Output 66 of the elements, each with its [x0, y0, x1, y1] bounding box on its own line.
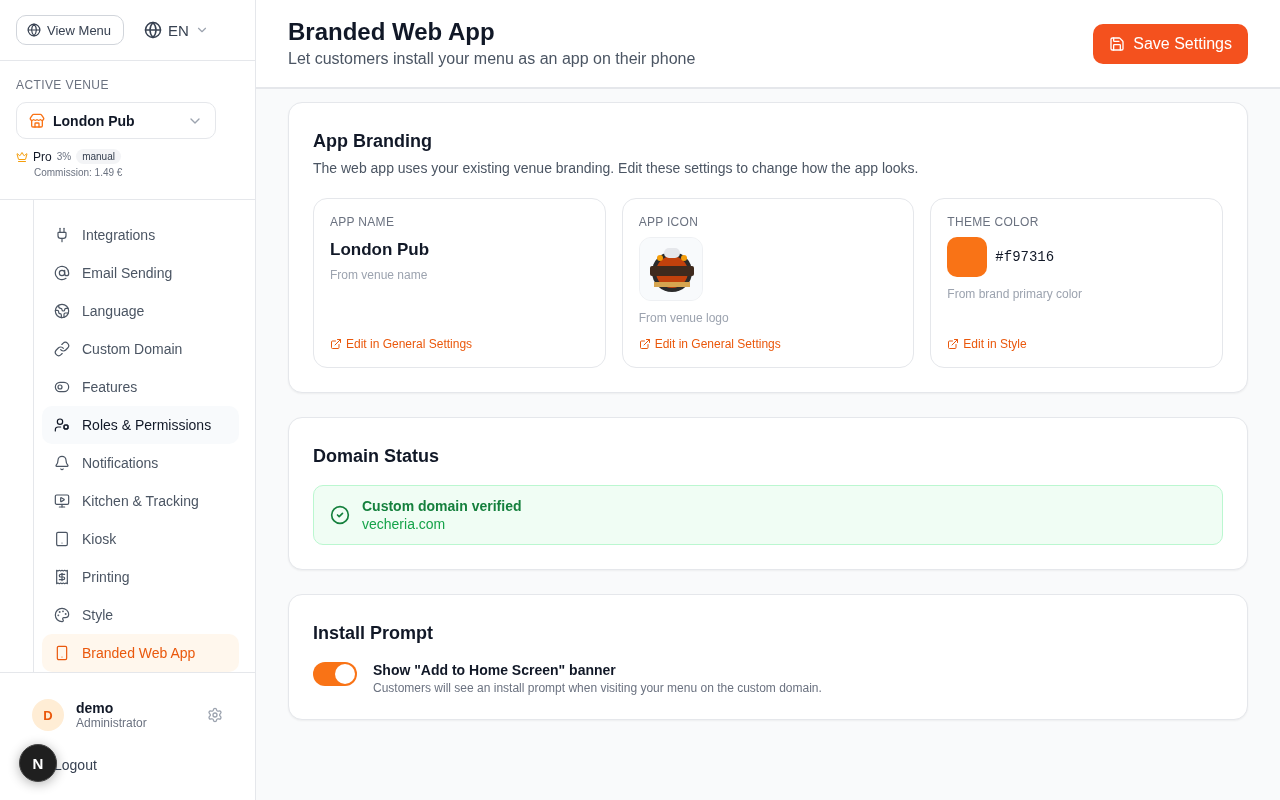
- nav-icon: [54, 531, 70, 547]
- status-title: Custom domain verified: [362, 498, 522, 514]
- edit-link[interactable]: Edit in General Settings: [638, 337, 898, 351]
- sidebar-item[interactable]: Kitchen & Tracking: [42, 482, 239, 520]
- save-icon: [1109, 36, 1126, 52]
- external-link-icon: [947, 338, 960, 350]
- tile-label: APP NAME: [330, 215, 396, 229]
- globe-icon: [27, 23, 41, 37]
- tile-hint: From brand primary color: [947, 287, 1084, 301]
- check-icon: [330, 505, 350, 525]
- page-title: Branded Web App: [288, 18, 496, 46]
- banner-toggle[interactable]: [313, 662, 357, 686]
- user-role: Administrator: [76, 716, 148, 730]
- edit-link[interactable]: Edit in Style: [947, 337, 1206, 351]
- sidebar-item[interactable]: Roles & Permissions: [42, 406, 239, 444]
- sidebar-item[interactable]: Style: [42, 596, 239, 634]
- plan-name: Pro: [33, 149, 52, 164]
- card-title: App Branding: [313, 131, 433, 152]
- edit-link[interactable]: Edit in General Settings: [330, 337, 589, 351]
- nav-icon: [54, 417, 70, 433]
- plan-badge: manual: [76, 149, 121, 164]
- external-link-icon: [638, 338, 651, 350]
- nav-icon: [54, 379, 70, 395]
- nav-icon: [54, 303, 70, 319]
- card-title: Install Prompt: [313, 623, 434, 644]
- sidebar-item[interactable]: Notifications: [42, 444, 239, 482]
- user-avatar: D: [32, 699, 64, 731]
- card-title: Domain Status: [313, 446, 441, 467]
- nav-icon: [54, 645, 70, 661]
- sidebar-item[interactable]: Kiosk: [42, 520, 239, 558]
- user-name: demo: [76, 700, 115, 716]
- sidebar-item[interactable]: Email Sending: [42, 254, 239, 292]
- tile-hint: From venue logo: [638, 311, 730, 325]
- section-label: ACTIVE VENUE: [16, 78, 110, 92]
- sidebar-item[interactable]: Custom Domain: [42, 330, 239, 368]
- app-name: London Pub: [330, 240, 431, 260]
- commission-text: Commission: 1.49 €: [34, 167, 124, 178]
- nav-icon: [54, 607, 70, 623]
- domain-name: vecheria.com: [362, 516, 447, 532]
- view-menu-button[interactable]: View Menu: [16, 15, 125, 45]
- toggle-description: Customers will see an install prompt when visiting your menu on the custom domain.: [373, 681, 822, 695]
- tile-label: THEME COLOR: [947, 215, 1040, 229]
- nav-icon: [54, 493, 70, 509]
- plan-rate: 3%: [56, 151, 72, 162]
- settings-icon[interactable]: [207, 707, 223, 723]
- sidebar-item[interactable]: Integrations: [42, 216, 239, 254]
- page-subtitle: Let customers install your menu as an app on their phone: [288, 50, 696, 68]
- nav-icon: [54, 227, 70, 243]
- store-icon: [29, 112, 45, 129]
- external-link-icon: [330, 338, 342, 350]
- color-value: #f97316: [995, 249, 1055, 265]
- card-description: The web app uses your existing venue branding. Edit these settings to change how the app looks.: [313, 160, 920, 176]
- nav-icon: [54, 455, 70, 471]
- tile-label: APP ICON: [638, 215, 700, 229]
- crown-icon: [16, 150, 28, 163]
- venue-selector[interactable]: London Pub: [16, 102, 216, 139]
- nav-icon: [54, 265, 70, 281]
- tile-hint: From venue name: [330, 268, 429, 282]
- globe-icon: [144, 21, 163, 39]
- sidebar-item[interactable]: Language: [42, 292, 239, 330]
- toggle-label: Show "Add to Home Screen" banner: [373, 662, 617, 678]
- sidebar-item[interactable]: Printing: [42, 558, 239, 596]
- language-selector[interactable]: EN: [144, 21, 209, 39]
- nav-icon: [54, 569, 70, 585]
- nav-icon: [54, 341, 70, 357]
- sidebar-item[interactable]: Features: [42, 368, 239, 406]
